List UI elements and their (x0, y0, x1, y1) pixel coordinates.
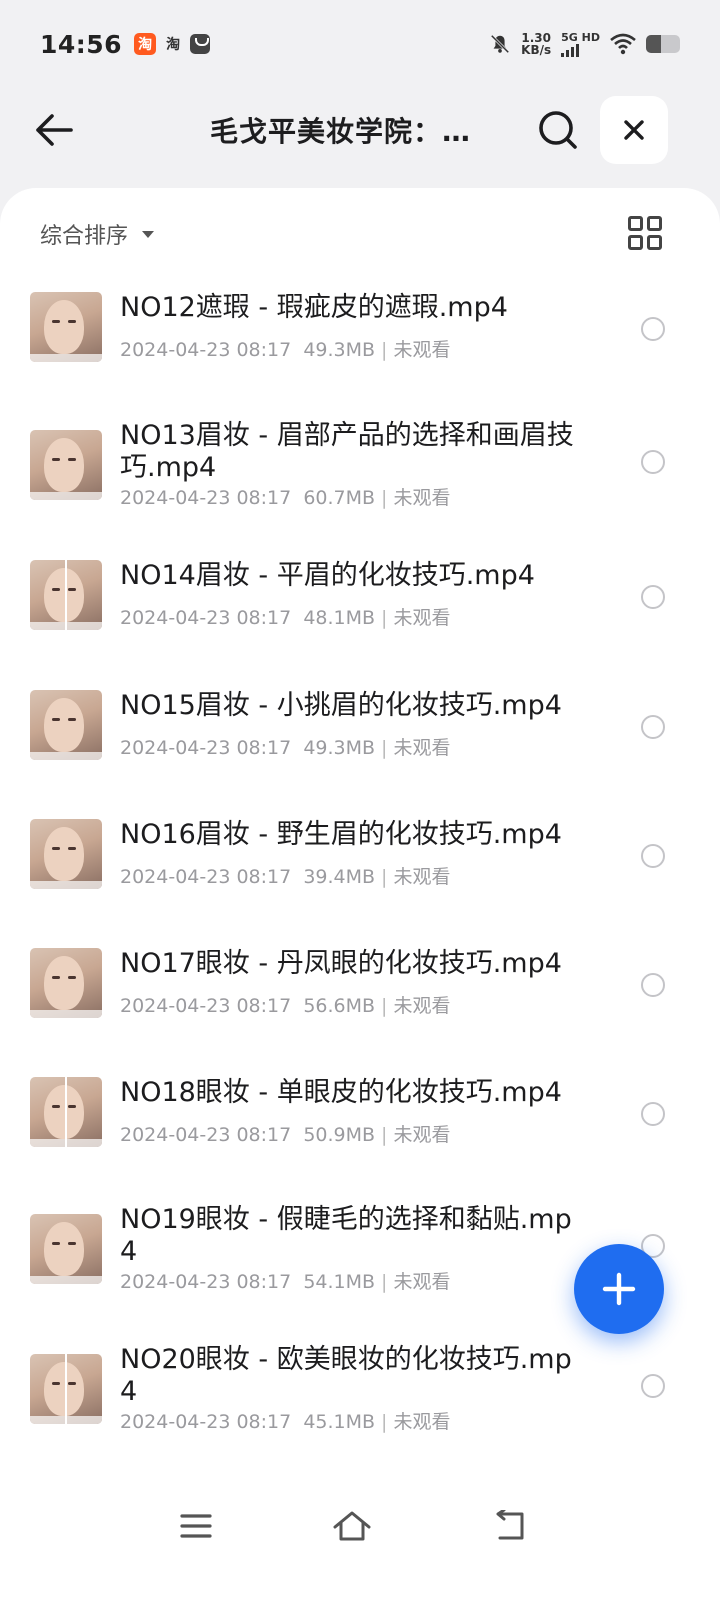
menu-icon (180, 1514, 212, 1538)
video-thumbnail (30, 819, 102, 889)
file-name: NO20眼妆 - 欧美眼妆的化妆技巧.mp4 (120, 1344, 572, 1407)
grid-view-button[interactable] (628, 216, 662, 250)
file-item[interactable]: NO17眼妆 - 丹凤眼的化妆技巧.mp4 2024-04-23 08:17 5… (0, 948, 720, 1058)
select-radio[interactable] (641, 450, 665, 474)
plus-icon (602, 1272, 636, 1306)
notification-icons: 淘 淘 (134, 33, 211, 55)
video-thumbnail (30, 690, 102, 760)
taobao-text-icon: 淘 (166, 37, 181, 53)
taobao-app-icon: 淘 (134, 33, 157, 55)
file-meta: 2024-04-23 08:17 56.6MB | 未观看 (120, 995, 451, 1017)
file-meta: 2024-04-23 08:17 48.1MB | 未观看 (120, 607, 451, 629)
file-item[interactable]: NO16眉妆 - 野生眉的化妆技巧.mp4 2024-04-23 08:17 3… (0, 819, 720, 929)
video-thumbnail (30, 1077, 102, 1147)
sort-dropdown[interactable]: 综合排序 (40, 218, 155, 250)
file-name: NO15眉妆 - 小挑眉的化妆技巧.mp4 (120, 690, 562, 721)
select-radio[interactable] (641, 1102, 665, 1126)
page-title: 毛戈平美妆学院：… (210, 115, 472, 148)
file-name: NO14眉妆 - 平眉的化妆技巧.mp4 (120, 560, 535, 591)
file-item[interactable]: NO14眉妆 - 平眉的化妆技巧.mp4 2024-04-23 08:17 48… (0, 560, 720, 670)
network-speed: 1.30 KB/s (521, 31, 552, 57)
nav-back-icon (496, 1510, 524, 1540)
status-bar: 14:56 淘 淘 1.30 KB/s 5G HD (0, 0, 720, 88)
close-button[interactable] (600, 96, 668, 164)
file-list-panel: 综合排序 NO12遮瑕 - 瑕疵皮的遮瑕.mp4 2024-04-23 08:1… (0, 188, 720, 1600)
file-meta: 2024-04-23 08:17 45.1MB | 未观看 (120, 1411, 451, 1433)
home-icon (333, 1511, 371, 1541)
video-thumbnail (30, 1354, 102, 1424)
battery-icon (646, 35, 680, 53)
file-name: NO19眼妆 - 假睫毛的选择和黏贴.mp4 (120, 1204, 572, 1267)
grid-view-icon (628, 216, 643, 231)
video-thumbnail (30, 430, 102, 500)
file-name: NO17眼妆 - 丹凤眼的化妆技巧.mp4 (120, 948, 562, 979)
select-radio[interactable] (641, 715, 665, 739)
caret-down-icon (142, 230, 155, 238)
file-item[interactable]: NO15眉妆 - 小挑眉的化妆技巧.mp4 2024-04-23 08:17 4… (0, 690, 720, 800)
nav-back-button[interactable] (488, 1504, 532, 1548)
file-item[interactable]: NO18眼妆 - 单眼皮的化妆技巧.mp4 2024-04-23 08:17 5… (0, 1077, 720, 1187)
nav-home-button[interactable] (330, 1504, 374, 1548)
file-name: NO16眉妆 - 野生眉的化妆技巧.mp4 (120, 819, 562, 850)
add-button[interactable] (574, 1244, 664, 1334)
header: 毛戈平美妆学院：… (0, 96, 720, 166)
file-meta: 2024-04-23 08:17 50.9MB | 未观看 (120, 1124, 451, 1146)
file-item[interactable]: NO12遮瑕 - 瑕疵皮的遮瑕.mp4 2024-04-23 08:17 49.… (0, 292, 720, 402)
arrow-left-icon (36, 114, 73, 146)
file-name: NO13眉妆 - 眉部产品的选择和画眉技巧.mp4 (120, 420, 574, 483)
back-button[interactable] (28, 104, 80, 156)
file-name: NO12遮瑕 - 瑕疵皮的遮瑕.mp4 (120, 292, 508, 323)
video-thumbnail (30, 1214, 102, 1284)
file-name: NO18眼妆 - 单眼皮的化妆技巧.mp4 (120, 1077, 562, 1108)
search-button[interactable] (532, 104, 584, 156)
file-item[interactable]: NO20眼妆 - 欧美眼妆的化妆技巧.mp4 2024-04-23 08:17 … (0, 1344, 720, 1454)
video-thumbnail (30, 292, 102, 362)
system-icons: 1.30 KB/s 5G HD (489, 32, 680, 57)
nav-menu-button[interactable] (174, 1504, 218, 1548)
select-radio[interactable] (641, 1374, 665, 1398)
wifi-icon (610, 33, 636, 55)
select-radio[interactable] (641, 585, 665, 609)
close-icon (624, 120, 644, 140)
file-meta: 2024-04-23 08:17 60.7MB | 未观看 (120, 487, 451, 509)
system-nav-bar (0, 1490, 720, 1560)
sort-label: 综合排序 (40, 224, 129, 249)
select-radio[interactable] (641, 844, 665, 868)
video-thumbnail (30, 948, 102, 1018)
file-item[interactable]: NO13眉妆 - 眉部产品的选择和画眉技巧.mp4 2024-04-23 08:… (0, 420, 720, 530)
file-meta: 2024-04-23 08:17 54.1MB | 未观看 (120, 1271, 451, 1293)
select-radio[interactable] (641, 317, 665, 341)
video-thumbnail (30, 560, 102, 630)
file-meta: 2024-04-23 08:17 49.3MB | 未观看 (120, 737, 451, 759)
search-icon (539, 111, 577, 149)
select-radio[interactable] (641, 973, 665, 997)
mute-bell-icon (490, 34, 510, 54)
status-time: 14:56 (40, 29, 123, 59)
file-meta: 2024-04-23 08:17 39.4MB | 未观看 (120, 866, 451, 888)
file-meta: 2024-04-23 08:17 49.3MB | 未观看 (120, 339, 451, 361)
cellular-signal-icon: 5G HD (561, 32, 600, 57)
shopping-bag-icon (190, 34, 211, 54)
